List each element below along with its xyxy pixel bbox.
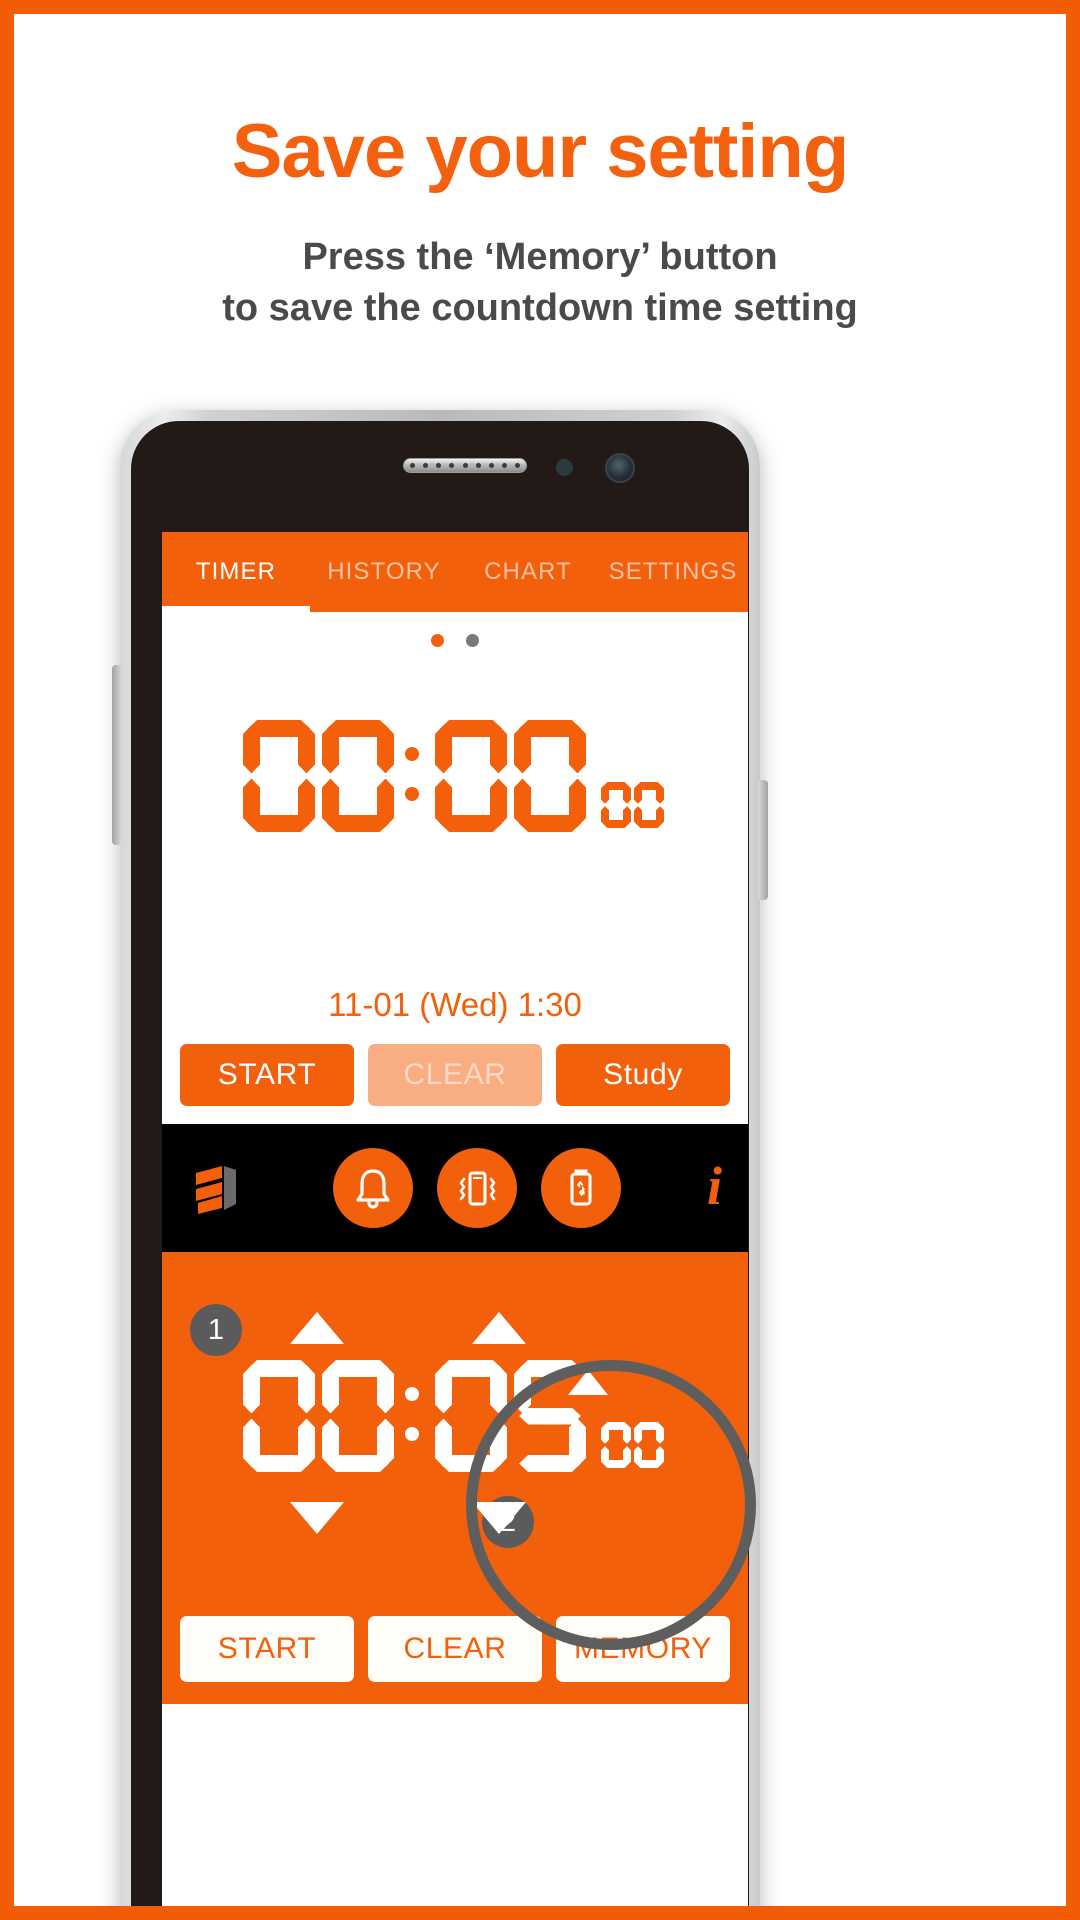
subtitle-line-2: to save the countdown time setting	[222, 287, 858, 330]
screen-keep-awake-icon-button[interactable]	[540, 1148, 621, 1228]
increment-arrow-row	[162, 1312, 748, 1395]
setter-button-row: START CLEAR MEMORY	[180, 1616, 730, 1682]
earpiece-speaker	[403, 458, 527, 473]
countdown-digits	[243, 720, 667, 832]
seven-segment-digit	[634, 782, 664, 828]
page-subtitle: Press the ‘Memory’ button to save the co…	[14, 232, 1066, 335]
seven-segment-digit	[435, 1360, 507, 1472]
seven-segment-digit	[322, 1360, 394, 1472]
tab-timer[interactable]: TIMER	[162, 532, 310, 612]
countdown-display	[162, 720, 748, 832]
power-button[interactable]	[758, 780, 768, 900]
page-dot-active[interactable]	[431, 634, 444, 647]
setter-start-button[interactable]: START	[180, 1616, 354, 1682]
seven-segment-colon	[401, 720, 423, 832]
seven-segment-digit	[322, 720, 394, 832]
seven-segment-digit	[435, 720, 507, 832]
volume-button[interactable]	[112, 665, 122, 845]
front-camera-icon	[605, 453, 635, 483]
seven-segment-colon	[401, 1360, 423, 1472]
seven-segment-digit	[243, 720, 315, 832]
seven-segment-digit	[243, 1360, 315, 1472]
tab-history[interactable]: HISTORY	[310, 532, 458, 612]
page-dot-inactive[interactable]	[466, 634, 479, 647]
seven-segment-digit	[514, 720, 586, 832]
decrement-minutes-button[interactable]	[290, 1502, 344, 1534]
phone-mockup: TIMER HISTORY CHART SETTINGS 11-01 (Wed)…	[112, 410, 768, 1906]
timer-panel: 11-01 (Wed) 1:30 START CLEAR Study	[162, 612, 748, 1124]
info-icon[interactable]: i	[707, 1159, 722, 1217]
decrement-arrow-row	[162, 1502, 748, 1542]
icon-toolbar: i	[162, 1124, 748, 1252]
seven-segment-digit	[634, 1422, 664, 1468]
time-setter-panel: 1 2 START CLEAR MEMORY	[162, 1252, 748, 1704]
page-title: Save your setting	[231, 109, 850, 194]
increment-minutes-button[interactable]	[290, 1312, 344, 1344]
setter-clear-button[interactable]: CLEAR	[368, 1616, 542, 1682]
increment-seconds-button[interactable]	[472, 1312, 526, 1344]
bell-icon-button[interactable]	[332, 1148, 413, 1228]
centiseconds-digits	[601, 1422, 667, 1468]
start-button[interactable]: START	[180, 1044, 354, 1106]
seven-segment-digit	[601, 782, 631, 828]
decrement-seconds-button[interactable]	[472, 1502, 526, 1534]
timer-button-row: START CLEAR Study	[180, 1044, 730, 1106]
app-logo-icon[interactable]	[188, 1159, 246, 1217]
scheduled-date-label: 11-01 (Wed) 1:30	[328, 986, 582, 1023]
tab-chart[interactable]: CHART	[458, 532, 598, 612]
vibrate-icon-button[interactable]	[436, 1148, 517, 1228]
seven-segment-digit	[514, 1360, 586, 1472]
setter-digits	[243, 1360, 667, 1472]
preset-study-button[interactable]: Study	[556, 1044, 730, 1106]
tab-bar: TIMER HISTORY CHART SETTINGS	[162, 532, 748, 612]
promo-page: Save your setting Press the ‘Memory’ but…	[14, 14, 1066, 1906]
app-screen: TIMER HISTORY CHART SETTINGS 11-01 (Wed)…	[162, 532, 748, 1906]
page-indicator[interactable]	[162, 634, 748, 647]
tab-settings[interactable]: SETTINGS	[598, 532, 748, 612]
setter-display	[162, 1360, 748, 1472]
seven-segment-digit	[601, 1422, 631, 1468]
proximity-sensor-icon	[556, 459, 573, 476]
subtitle-line-1: Press the ‘Memory’ button	[302, 236, 778, 278]
memory-button[interactable]: MEMORY	[556, 1616, 730, 1682]
centiseconds-digits	[601, 782, 667, 828]
clear-button[interactable]: CLEAR	[368, 1044, 542, 1106]
